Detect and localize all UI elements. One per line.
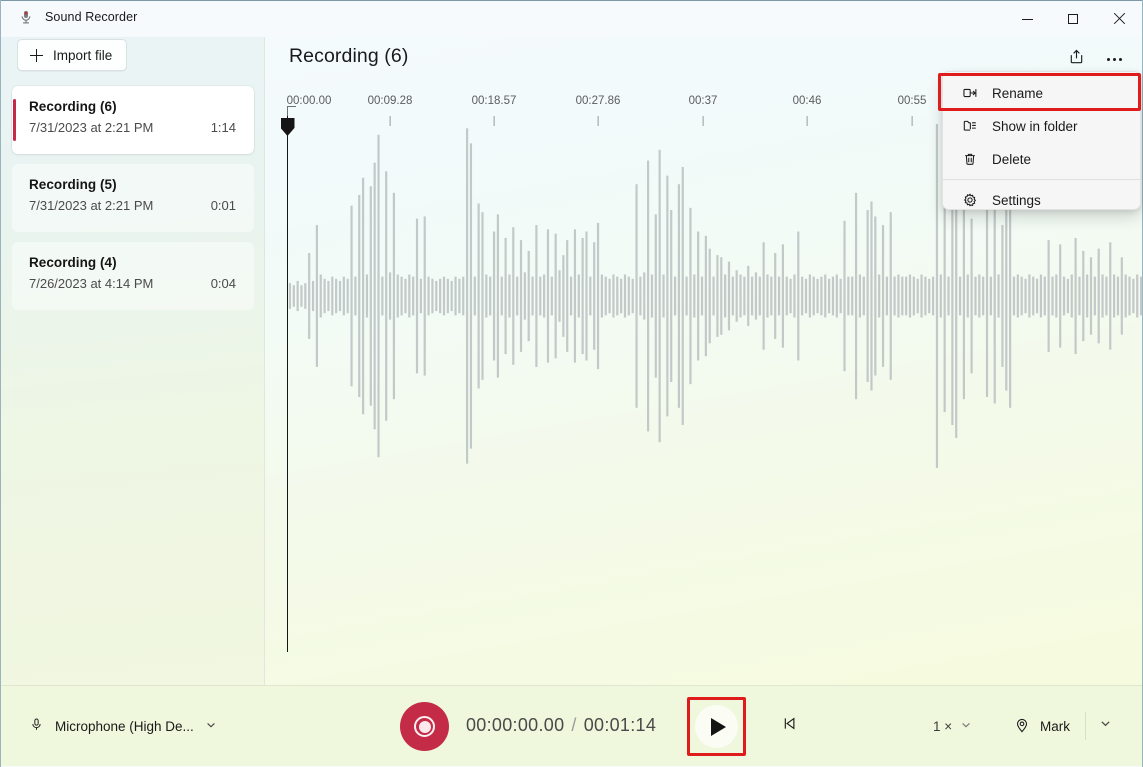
mark-button[interactable]: Mark <box>1003 710 1080 742</box>
menu-item-settings[interactable]: Settings <box>947 184 1136 209</box>
list-item[interactable]: Recording (6) 7/31/2023 at 2:21 PM 1:14 <box>12 86 254 154</box>
location-pin-icon <box>1013 716 1031 737</box>
menu-item-delete[interactable]: Delete <box>947 143 1136 175</box>
mark-label: Mark <box>1040 718 1070 734</box>
folder-icon <box>961 118 978 135</box>
ruler-tick-label: 00:09.28 <box>367 95 413 107</box>
recordings-list: Recording (6) 7/31/2023 at 2:21 PM 1:14 … <box>12 86 254 320</box>
record-icon <box>414 716 435 737</box>
share-icon <box>1068 48 1085 70</box>
menu-item-label: Show in folder <box>992 118 1078 134</box>
sound-recorder-window: Sound Recorder Import file Recording (6)… <box>0 0 1143 767</box>
skip-back-icon <box>780 714 799 738</box>
recording-name: Recording (4) <box>29 255 117 270</box>
maximize-button[interactable] <box>1050 1 1096 37</box>
app-title: Sound Recorder <box>45 10 138 24</box>
menu-separator <box>943 179 1140 180</box>
ruler-tick-label: 00:55 <box>897 95 927 107</box>
recording-date: 7/31/2023 at 2:21 PM <box>29 120 154 135</box>
title-bar: Sound Recorder <box>1 1 1142 37</box>
import-file-label: Import file <box>53 47 113 63</box>
time-readout: 00:00:00.00 / 00:01:14 <box>466 715 656 736</box>
close-icon <box>1113 13 1125 25</box>
current-time: 00:00:00.00 <box>466 715 565 735</box>
minimize-button[interactable] <box>1004 1 1050 37</box>
playback-speed-label: 1 × <box>933 718 953 734</box>
play-button[interactable] <box>695 705 738 748</box>
microphone-icon <box>29 717 44 735</box>
recording-duration: 0:04 <box>210 276 236 291</box>
microphone-icon <box>18 9 34 25</box>
microphone-label: Microphone (High De... <box>55 718 194 734</box>
recording-meta: 7/31/2023 at 2:21 PM 0:01 <box>29 198 238 213</box>
playhead[interactable] <box>280 106 296 652</box>
gear-icon <box>961 192 978 209</box>
record-button[interactable] <box>400 702 449 751</box>
menu-item-label: Settings <box>992 192 1041 208</box>
recording-name: Recording (5) <box>29 177 117 192</box>
rename-icon <box>961 85 978 102</box>
total-time: 00:01:14 <box>583 715 657 735</box>
menu-item-label: Rename <box>992 85 1044 101</box>
playhead-bracket-icon <box>287 106 296 116</box>
ruler-tick-label: 00:27.86 <box>575 95 621 107</box>
list-item[interactable]: Recording (5) 7/31/2023 at 2:21 PM 0:01 <box>12 164 254 232</box>
skip-back-button[interactable] <box>774 711 804 741</box>
menu-item-show-in-folder[interactable]: Show in folder <box>947 110 1136 142</box>
menu-item-label: Delete <box>992 151 1032 167</box>
page-title: Recording (6) <box>289 45 409 67</box>
trash-icon <box>961 151 978 168</box>
more-options-icon <box>1106 57 1122 61</box>
maximize-icon <box>1068 14 1078 24</box>
app-identity: Sound Recorder <box>18 9 137 25</box>
recording-date: 7/31/2023 at 2:21 PM <box>29 198 154 213</box>
recording-duration: 0:01 <box>210 198 236 213</box>
playback-speed-button[interactable]: 1 × <box>925 711 980 741</box>
ruler-tick-label: 00:18.57 <box>471 95 517 107</box>
context-menu: Rename Show in folder Delete Settings <box>942 71 1141 210</box>
list-item[interactable]: Recording (4) 7/26/2023 at 4:14 PM 0:04 <box>12 242 254 310</box>
sidebar: Import file Recording (6) 7/31/2023 at 2… <box>1 37 265 685</box>
recording-date: 7/26/2023 at 4:14 PM <box>29 276 154 291</box>
chevron-down-icon <box>205 719 217 734</box>
import-file-button[interactable]: Import file <box>17 39 127 71</box>
recording-duration: 1:14 <box>210 120 236 135</box>
chevron-down-icon <box>1099 717 1112 735</box>
minimize-icon <box>1021 18 1033 20</box>
close-button[interactable] <box>1096 1 1142 37</box>
microphone-selector[interactable]: Microphone (High De... <box>23 710 225 742</box>
menu-item-rename[interactable]: Rename <box>947 77 1136 109</box>
play-icon <box>711 717 726 736</box>
time-separator: / <box>571 715 577 735</box>
plus-icon <box>30 48 43 62</box>
mark-options-button[interactable] <box>1090 711 1120 741</box>
recording-name: Recording (6) <box>29 99 117 114</box>
ruler-tick-label: 00:46 <box>792 95 822 107</box>
window-controls <box>1004 1 1142 37</box>
chevron-down-icon <box>960 719 972 734</box>
mark-divider <box>1085 712 1086 740</box>
recording-meta: 7/26/2023 at 4:14 PM 0:04 <box>29 276 238 291</box>
recording-meta: 7/31/2023 at 2:21 PM 1:14 <box>29 120 238 135</box>
ruler-tick-label: 00:37 <box>688 95 718 107</box>
